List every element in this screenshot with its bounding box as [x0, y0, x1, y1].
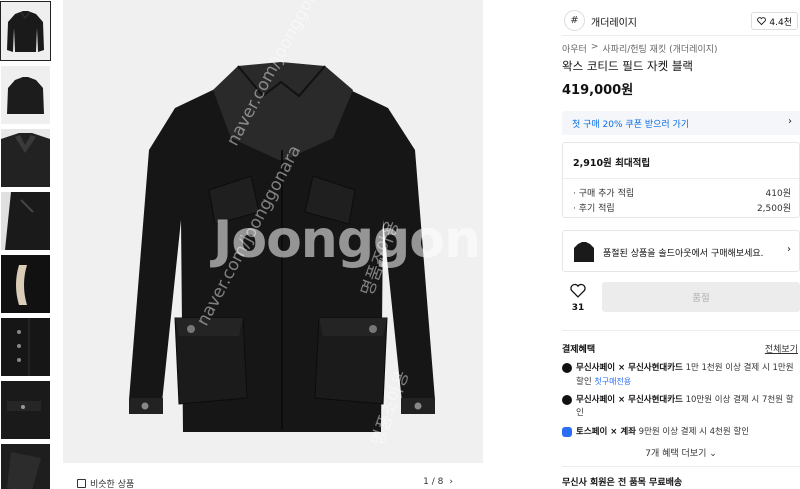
breadcrumb: 아우터 > 사파리/헌팅 재킷 (개더레이지)	[562, 42, 718, 55]
product-main-image[interactable]: Joonggonara naver.com/joonggonara naver.…	[63, 0, 483, 463]
heart-outline-icon	[570, 283, 586, 298]
image-pager: 1 / 8 ›	[423, 477, 453, 487]
soldout-text: 품절된 상품을 솔드아웃에서 구매해보세요.	[603, 249, 764, 259]
heart-outline-icon	[757, 17, 767, 25]
thumbnail-4[interactable]	[1, 192, 50, 250]
divider	[562, 466, 800, 467]
pager-next-icon[interactable]: ›	[449, 477, 453, 487]
points-row-value: 410원	[765, 189, 791, 199]
points-row-value: 2,500원	[756, 204, 791, 214]
benefit-brand: 무신사페이 × 무신사현대카드	[576, 363, 683, 373]
brand-like-button[interactable]: 4.4천	[751, 12, 798, 30]
benefit-brand: 토스페이 × 계좌	[576, 427, 636, 437]
gallery-footer: 비슷한 상품 1 / 8 ›	[63, 463, 483, 489]
breadcrumb-separator: >	[590, 42, 599, 52]
toss-pay-icon	[562, 427, 572, 437]
divider	[563, 178, 799, 179]
coupon-banner[interactable]: 첫 구매 20% 쿠폰 받으러 가기 ›	[562, 111, 800, 135]
similar-products-button[interactable]: 비슷한 상품	[77, 477, 134, 489]
brand-like-count: 4.4천	[769, 17, 792, 28]
card-icon	[562, 363, 572, 373]
breadcrumb-category[interactable]: 아우터	[562, 42, 587, 55]
thumbnail-1[interactable]	[0, 1, 51, 61]
benefit-brand: 무신사페이 × 무신사현대카드	[576, 395, 683, 405]
benefit-desc: 9만원 이상 결제 시 4천원 할인	[635, 427, 750, 437]
thumbnail-3[interactable]	[1, 129, 50, 187]
card-icon	[562, 395, 572, 405]
benefits-view-all-link[interactable]: 전체보기	[765, 342, 798, 355]
delivery-notice: 무신사 회원은 전 품목 무료배송	[562, 478, 683, 488]
points-max: 2,910원 최대적립	[573, 158, 651, 169]
product-info-panel: # 개더레이지 4.4천 아우터 > 사파리/헌팅 재킷 (개더레이지) 왁스 …	[562, 0, 800, 489]
product-price: 419,000원	[562, 83, 634, 98]
soldout-buy-button[interactable]: 품절	[602, 282, 800, 312]
thumbnail-8[interactable]	[1, 444, 50, 489]
chevron-right-icon: ›	[787, 244, 791, 255]
divider	[562, 330, 800, 331]
similar-label: 비슷한 상품	[90, 480, 135, 489]
points-box: 2,910원 최대적립 · 구매 추가 적립 410원 · 후기 적립 2,50…	[562, 142, 800, 218]
more-benefits-button[interactable]: 7개 혜택 더보기 ⌄	[562, 446, 800, 459]
wishlist-count: 31	[571, 303, 585, 313]
chevron-right-icon: ›	[788, 116, 792, 127]
benefits-title: 결제혜택	[562, 345, 596, 355]
brand-row: # 개더레이지 4.4천	[562, 10, 800, 32]
points-row-label: · 후기 적립	[573, 204, 615, 214]
thumbnail-2[interactable]	[1, 66, 50, 124]
benefit-tag: 첫구매전용	[594, 377, 632, 386]
benefit-text: 토스페이 × 계좌 9만원 이상 결제 시 4천원 할인	[576, 426, 798, 439]
points-row: · 구매 추가 적립 410원	[573, 186, 791, 199]
breadcrumb-subcategory[interactable]: 사파리/헌팅 재킷 (개더레이지)	[602, 42, 717, 55]
product-title: 왁스 코티드 필드 자켓 블랙	[562, 59, 694, 73]
soldout-banner[interactable]: 품절된 상품을 솔드아웃에서 구매해보세요. ›	[562, 230, 800, 272]
coupon-text: 첫 구매 20% 쿠폰 받으러 가기	[572, 120, 690, 130]
thumbnail-5[interactable]	[1, 255, 50, 313]
benefit-text: 무신사페이 × 무신사현대카드 1만 1천원 이상 결제 시 1만원 할인 첫구…	[576, 362, 798, 389]
benefit-text: 무신사페이 × 무신사현대카드 10만원 이상 결제 시 7천원 할인	[576, 394, 798, 420]
brand-name[interactable]: 개더레이지	[591, 14, 637, 29]
points-row-label: · 구매 추가 적립	[573, 189, 635, 199]
points-row: · 후기 적립 2,500원	[573, 201, 791, 214]
thumbnail-7[interactable]	[1, 381, 50, 439]
wishlist-button[interactable]: 31	[564, 283, 592, 315]
brand-logo[interactable]: #	[564, 10, 585, 31]
similar-icon	[77, 479, 86, 488]
divider	[562, 35, 800, 36]
pager-text: 1 / 8	[423, 477, 444, 487]
soldout-product-thumbnail	[574, 242, 594, 262]
thumbnail-6[interactable]	[1, 318, 50, 376]
thumbnail-list	[0, 0, 52, 489]
